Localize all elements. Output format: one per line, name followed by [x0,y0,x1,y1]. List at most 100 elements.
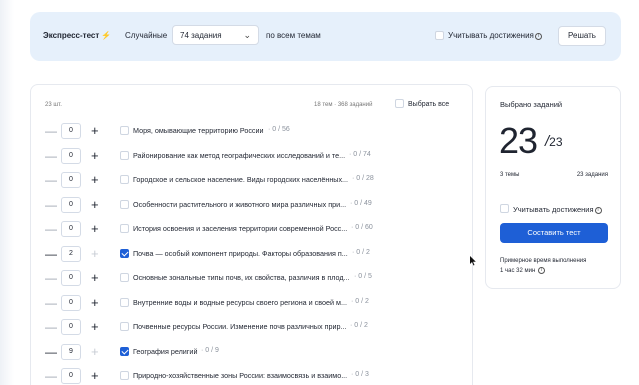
topic-score: · 0 / 2 [352,248,370,256]
task-count-value: 74 задания [180,31,222,40]
eta-label: Примерное время выполнения [500,258,587,264]
achievements-label: Учитывать достижения i [448,31,542,40]
topic-name[interactable]: Особенности растительного и животного ми… [133,200,346,209]
lightning-icon: ⚡ [101,31,112,40]
eta-value-text: 1 час 32 мин [500,268,536,274]
increment-button[interactable]: + [91,124,99,137]
decrement-button[interactable]: — [45,223,57,235]
topic-row: — 2 + Почва — особый компонент природы. Фак… [31,245,474,265]
increment-button[interactable]: + [91,198,99,211]
increment-button[interactable]: + [91,271,99,284]
topic-name[interactable]: Моря, омывающие территорию России [133,126,264,135]
topic-checkbox[interactable] [120,248,129,258]
decrement-button[interactable]: — [45,370,57,382]
topic-name[interactable]: Городское и сельское население. Виды гор… [133,175,348,184]
topic-checkbox[interactable] [120,224,129,233]
increment-button[interactable]: + [91,320,99,333]
topic-checkbox[interactable] [120,322,129,331]
topic-row: — 9 + География религий · 0 / 9 [31,343,474,363]
quantity-input[interactable]: 0 [61,123,81,139]
selected-total: /23 [545,133,563,150]
topic-checkbox[interactable] [120,346,129,356]
topic-name[interactable]: География религий [133,347,197,356]
quantity-input[interactable]: 0 [61,172,81,188]
selected-title: Выбрано заданий [500,100,563,109]
quantity-input[interactable]: 0 [61,319,81,335]
topic-checkbox[interactable] [120,126,129,135]
selected-count-label: 23 шт. [45,102,62,108]
achievements-checkbox[interactable] [435,31,444,40]
info-icon[interactable]: i [534,33,542,40]
quantity-input[interactable]: 0 [61,294,81,311]
achievements-label-text: Учитывать достижения [448,31,534,40]
topic-checkbox[interactable] [120,371,129,380]
compose-test-button[interactable]: Составить тест [500,223,608,243]
quantity-input[interactable]: 0 [61,196,81,213]
topic-row: — 0 + Особенности растительного и животного… [31,196,474,216]
select-all-checkbox[interactable] [395,99,404,108]
increment-button[interactable]: + [91,345,99,358]
topic-name[interactable]: История освоения и заселения территории … [133,224,347,233]
solve-button[interactable]: Решать [558,26,606,46]
topic-score: · 0 / 9 [201,346,219,354]
quantity-input[interactable]: 9 [61,343,81,360]
increment-button[interactable]: + [91,296,99,309]
topic-score: · 0 / 49 [350,199,372,207]
decrement-button[interactable]: — [45,346,57,358]
info-icon[interactable]: i [594,207,602,214]
increment-button[interactable]: + [91,369,99,382]
increment-button[interactable]: + [91,149,99,162]
topic-name[interactable]: Районирование как метод географических и… [133,151,345,160]
topic-name[interactable]: Внутренние воды и водные ресурсы своего … [133,298,347,307]
express-test-bar: Экспресс-тест ⚡ Случайные 74 задания ⌄ по… [30,12,621,61]
express-title-text: Экспресс-тест [43,31,100,40]
topic-name[interactable]: Почва — особый компонент природы. Фактор… [133,249,348,258]
topic-name[interactable]: Почвенные ресурсы России. Изменение почв… [133,322,346,331]
topic-score: · 0 / 56 [268,126,290,133]
decrement-button[interactable]: — [45,321,57,333]
decrement-button[interactable]: — [45,174,57,186]
quantity-input[interactable]: 0 [61,270,81,286]
info-icon[interactable]: i [537,267,545,274]
summary-achievements-label: Учитывать достижения i [513,205,602,214]
decrement-button[interactable]: — [45,199,57,211]
decrement-button[interactable]: — [45,272,57,284]
themes-count-label: 3 темы [500,172,520,178]
quantity-input[interactable]: 2 [61,245,81,262]
summary-achievements-checkbox[interactable] [500,204,509,213]
increment-button[interactable]: + [91,222,99,235]
topic-name[interactable]: Природно-хозяйственные зоны России: взаи… [133,371,347,380]
summary-achievements-text: Учитывать достижения [513,205,594,214]
quantity-input[interactable]: 0 [61,368,81,384]
increment-button[interactable]: + [91,173,99,186]
topic-checkbox[interactable] [120,297,129,307]
increment-button[interactable]: + [91,247,99,260]
mouse-cursor-icon [470,256,476,266]
topic-checkbox[interactable] [120,150,129,160]
topic-row: — 0 + Внутренние воды и водные ресурсы свое… [31,294,474,314]
topic-row: — 0 + Городское и сельское население. Виды … [31,172,474,191]
topics-card: 23 шт. 18 тем · 368 заданий Выбрать все … [30,84,473,385]
decrement-button[interactable]: — [45,150,57,162]
topic-name[interactable]: Основные зональные типы почв, их свойств… [133,273,350,282]
topic-checkbox[interactable] [120,199,129,209]
decrement-button[interactable]: — [45,125,57,137]
topic-score: · 0 / 28 [352,175,374,182]
topics-scope-label: по всем темам [266,31,321,40]
select-all-label[interactable]: Выбрать все [408,101,449,108]
decrement-button[interactable]: — [45,297,57,309]
topic-row: — 0 + Основные зональные типы почв, их свой… [31,270,474,289]
topic-checkbox[interactable] [120,273,129,282]
selected-summary-card: Выбрано заданий 23 /23 3 темы 23 задания… [485,86,621,289]
topic-row: — 0 + Почвенные ресурсы России. Изменение п… [31,319,474,338]
decrement-button[interactable]: — [45,248,57,260]
topic-score: · 0 / 60 [351,224,373,231]
topic-score: · 0 / 2 [351,297,369,305]
quantity-input[interactable]: 0 [61,147,81,164]
page-edge [0,0,14,385]
quantity-input[interactable]: 0 [61,221,81,237]
selected-count: 23 [499,120,538,161]
task-count-select[interactable]: 74 задания ⌄ [172,25,259,45]
topic-checkbox[interactable] [120,175,129,184]
topics-summary-label: 18 тем · 368 заданий [314,102,373,108]
